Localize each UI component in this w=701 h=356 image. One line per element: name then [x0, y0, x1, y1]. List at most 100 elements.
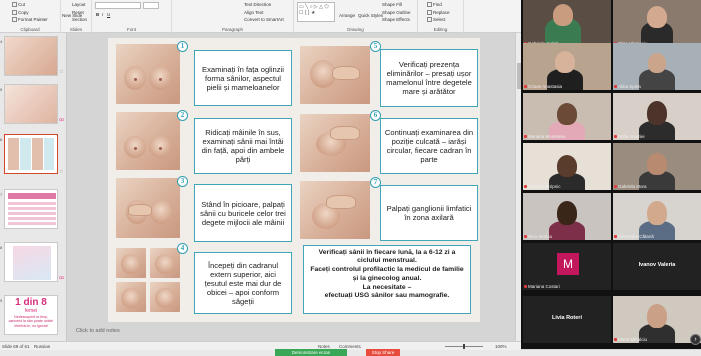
editing-label: Editing [433, 27, 448, 32]
step-4-text: Începeți din cadranul extern superior, a… [194, 252, 292, 314]
underline-button[interactable]: U [107, 12, 110, 17]
layout-button[interactable]: Layout [72, 2, 86, 7]
reset-button[interactable]: Reset [72, 10, 84, 15]
text-direction-button[interactable]: Text Direction [244, 2, 271, 7]
ribbon-icon: ꝏ [59, 275, 65, 281]
font-group: B I U Font [92, 0, 172, 33]
star-icon: ☆ [59, 69, 64, 75]
mic-muted-icon [614, 338, 617, 341]
clipboard-label: Clipboard [20, 27, 40, 32]
step-5-text: Verificați prezența eliminărilor – presa… [380, 49, 478, 107]
step-7-photo [300, 181, 370, 239]
participant-name: Maria Mihalciu [618, 337, 648, 342]
participant-tile[interactable]: Gabriela Mora [613, 143, 701, 190]
participant-tile[interactable]: Nica Viorica [523, 193, 611, 240]
binoculars-icon [427, 2, 432, 8]
notes-placeholder[interactable]: Click to add notes [76, 328, 120, 334]
slide-thumbnail[interactable] [4, 242, 58, 282]
section-button[interactable]: Section [72, 17, 87, 22]
participant-name: Gheorghe Cătană [618, 234, 654, 239]
shape-effects-button[interactable]: Shape Effects [382, 17, 410, 22]
participant-tile[interactable]: Sofia Amariei [613, 93, 701, 140]
drawing-label: Drawing [347, 27, 364, 32]
align-text-button[interactable]: Align Text [244, 10, 263, 15]
participant-tile[interactable]: Gheorghe Cătană [613, 193, 701, 240]
zoom-slider-handle[interactable] [463, 344, 465, 349]
step-6-photo [300, 114, 370, 172]
slide-thumbnail[interactable] [4, 84, 58, 124]
shapes-gallery[interactable]: ▭ ╲ ○ ▷ △ ⬠ ☐ { } ★ [297, 2, 335, 22]
participant-name: Crioan Anastasia [528, 84, 563, 89]
slide-canvas: 1 Examinați în fața oglinzii forma sânil… [67, 33, 521, 341]
info-line-3: La necesitate – [362, 283, 412, 291]
format-painter-button[interactable]: Format Painter [12, 17, 48, 23]
participant-tile[interactable]: Gabriela Jurleti [523, 0, 611, 47]
step-4-photo-a [116, 248, 146, 278]
info-line-2: Faceți controlul profilactic la medicul … [310, 266, 464, 282]
participant-tile[interactable]: Ivanov Valeria [613, 243, 701, 290]
cut-button[interactable]: Cut [12, 2, 25, 8]
participant-name: Mariana Munteanu [528, 134, 566, 139]
language-indicator[interactable]: Russian [34, 344, 50, 349]
step-4-photo-c [116, 282, 146, 312]
mic-muted-icon [524, 285, 527, 288]
taskbar [0, 350, 701, 356]
slide-thumbnails-pane: 4 ☆ 5 ꝏ 6 ☆ 7 8 ꝏ 9 1 din 8 femei Nedesc… [0, 33, 67, 341]
slide-thumbnail-selected[interactable] [4, 134, 58, 174]
arrange-button[interactable]: Arrange [339, 13, 355, 18]
bold-button[interactable]: B [96, 12, 99, 17]
step-3-photo [116, 178, 180, 238]
participant-tile[interactable]: M Mariana Costari [523, 243, 611, 290]
mic-muted-icon [524, 85, 527, 88]
thumb-number: 4 [0, 39, 3, 44]
quick-styles-button[interactable]: Quick Styles [358, 13, 383, 18]
participant-tile[interactable]: Mariana Munteanu [523, 93, 611, 140]
brush-icon [12, 17, 17, 23]
info-line-1: Verificați sânii în fiecare lună, la a 6… [318, 249, 456, 265]
italic-button[interactable]: I [102, 12, 103, 17]
status-bar: Slide 69 of 61 Russian Notes Comments 10… [0, 341, 521, 350]
font-size-select[interactable] [143, 2, 159, 9]
editing-group: Find Replace Select Editing [418, 0, 464, 33]
banner-title: 1 din 8 [15, 297, 47, 308]
copy-button[interactable]: Copy [12, 10, 29, 16]
mic-muted-icon [614, 235, 617, 238]
convert-smartart-button[interactable]: Convert to SmartArt [244, 17, 284, 22]
shape-fill-button[interactable]: Shape Fill [382, 2, 402, 7]
participant-tile[interactable]: Maria Mihalciu [613, 296, 701, 343]
find-button[interactable]: Find [427, 2, 442, 8]
step-3-text: Stând în picioare, palpați sânii cu buri… [194, 184, 292, 242]
stop-share-button[interactable]: Stop Share [366, 349, 400, 356]
shape-outline-button[interactable]: Shape Outline [382, 10, 411, 15]
drawing-group: ▭ ╲ ○ ▷ △ ⬠ ☐ { } ★ Arrange Quick Styles… [294, 0, 418, 33]
zoom-level[interactable]: 100% [495, 344, 507, 349]
participant-name: Gabriela Mora [618, 184, 647, 189]
font-name-select[interactable] [95, 2, 141, 9]
copy-icon [12, 10, 17, 16]
cursor-icon [427, 17, 432, 23]
participant-tile[interactable]: Livia Roteri [523, 296, 611, 343]
select-button[interactable]: Select [427, 17, 446, 23]
slide-thumbnail[interactable] [4, 36, 58, 76]
thumb-number: 8 [0, 245, 3, 250]
step-number-3: 3 [177, 176, 188, 187]
step-2-photo [116, 112, 180, 170]
thumb-number: 5 [0, 87, 3, 92]
next-page-arrow-icon[interactable]: › [690, 334, 701, 345]
participant-tile[interactable]: Alina Spina [613, 43, 701, 90]
slide-thumbnail[interactable]: 1 din 8 femei Nedescoperit la timp, canc… [4, 295, 58, 335]
replace-button[interactable]: Replace [427, 10, 450, 16]
participant-name: Nica Viorica [528, 234, 552, 239]
current-slide[interactable]: 1 Examinați în fața oglinzii forma sânil… [108, 38, 480, 322]
participant-name: Mariana Costari [528, 284, 560, 289]
participant-name: Alina Spina [618, 84, 641, 89]
participant-tile[interactable]: Crioan Anastasia [523, 43, 611, 90]
step-4-photo-b [150, 248, 180, 278]
participant-tile[interactable]: Olga Vlemaniu [613, 0, 701, 47]
participant-tile[interactable]: Cristina Scripnic [523, 143, 611, 190]
screen-share-indicator[interactable]: Demonstrare ecran [275, 349, 347, 356]
mic-muted-icon [614, 135, 617, 138]
slide-thumbnail[interactable] [4, 189, 58, 229]
meeting-video-grid: Gabriela Jurleti Olga Vlemaniu Crioan An… [521, 0, 701, 349]
clipboard-group: Cut Copy Format Painter Clipboard [0, 0, 61, 33]
